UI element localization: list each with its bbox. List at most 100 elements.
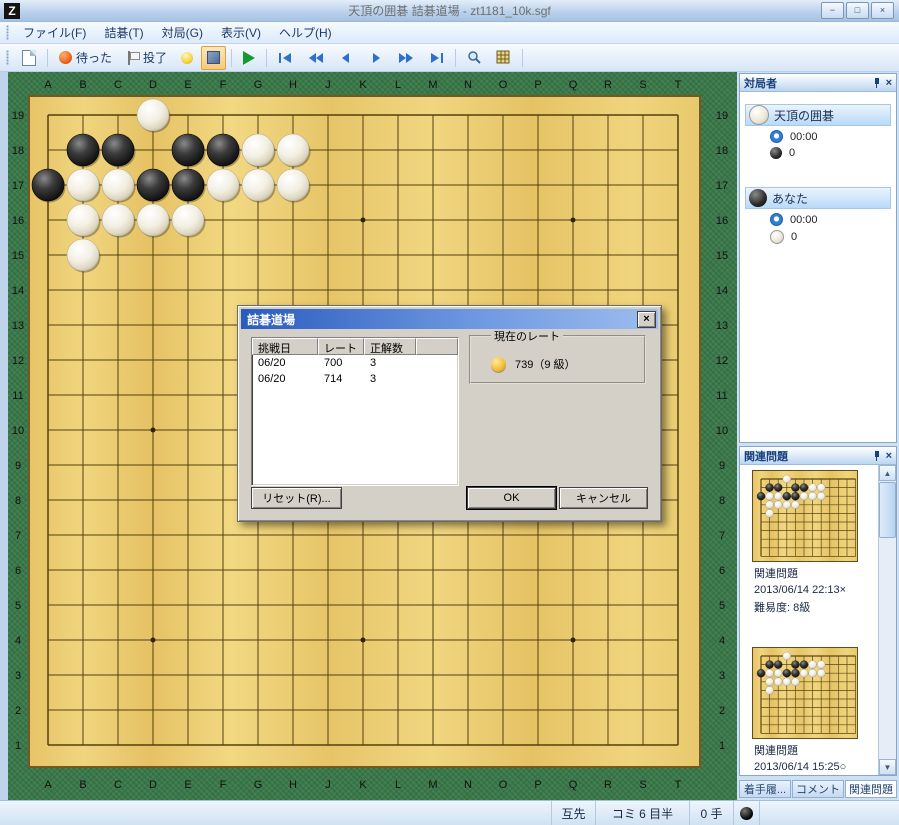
svg-text:14: 14 [716,285,728,297]
nav-back-button[interactable] [332,46,360,70]
list-item[interactable]: 関連問題 2013/06/14 15:25○ [742,647,878,773]
tab-move-history[interactable]: 着手履... [739,780,791,798]
separator [231,49,232,67]
toolbar-grip[interactable] [6,50,9,65]
column-header-correct[interactable]: 正解数 [364,338,416,355]
captures-stone-icon [770,147,782,159]
menu-help[interactable]: ヘルプ(H) [270,22,341,43]
related-date: 2013/06/14 15:25○ [754,761,878,773]
table-row[interactable]: 06/207143 [252,371,458,387]
related-panel-header: 関連問題 × [740,447,896,465]
related-panel-body: 関連問題 2013/06/14 22:13× 難易度: 8級 関連問題 2013… [740,465,896,775]
menu-view[interactable]: 表示(V) [212,22,270,43]
reset-button[interactable]: リセット(R)... [251,487,342,509]
svg-text:E: E [184,779,191,791]
related-date: 2013/06/14 22:13× [754,584,878,596]
player-name-row[interactable]: 天頂の囲碁 [745,104,891,126]
table-cell: 3 [364,355,416,371]
svg-text:13: 13 [12,320,24,332]
column-header-date[interactable]: 挑戦日 [252,338,318,355]
svg-text:10: 10 [716,425,728,437]
scroll-down-icon[interactable]: ▼ [879,759,896,775]
menubar: ファイル(F) 詰碁(T) 対局(G) 表示(V) ヘルプ(H) [0,22,899,44]
svg-text:15: 15 [716,250,728,262]
svg-text:C: C [114,79,122,91]
table-cell: 06/20 [252,371,318,387]
window-title: 天頂の囲碁 詰碁道場 - zt1181_10k.sgf [0,2,899,19]
svg-text:5: 5 [719,600,725,612]
problem-thumbnail[interactable] [752,470,858,562]
hint-bulb-icon [181,52,193,64]
scroll-up-icon[interactable]: ▲ [879,465,896,481]
column-header-rating[interactable]: レート [318,338,364,355]
black-stone-icon [749,189,767,207]
panel-close-icon[interactable]: × [886,78,892,88]
svg-text:P: P [534,779,541,791]
analyze-button[interactable] [461,46,488,70]
svg-text:M: M [428,79,437,91]
status-moves: 0 手 [689,801,733,825]
current-rating-group: 現在のレート 739（9 級） [469,328,646,384]
svg-text:K: K [359,79,367,91]
svg-text:O: O [499,79,508,91]
tab-comment[interactable]: コメント [792,780,844,798]
resign-label: 投了 [143,49,167,66]
svg-text:11: 11 [12,390,23,402]
status-message [0,801,551,825]
svg-text:9: 9 [719,460,725,472]
nav-fast-back-button[interactable] [302,46,330,70]
nav-forward-button[interactable] [362,46,390,70]
svg-text:3: 3 [15,670,21,682]
scrollbar-track[interactable] [879,481,896,759]
results-table: 挑戦日 レート 正解数 06/20700306/207143 [251,337,459,486]
menu-tsumego[interactable]: 詰碁(T) [95,22,152,43]
undo-button[interactable]: 待った [53,46,118,70]
edit-mode-icon [207,51,220,64]
related-label: 関連問題 [754,565,878,581]
svg-text:Q: Q [569,79,578,91]
resign-button[interactable]: 投了 [120,46,173,70]
status-tail [759,801,899,825]
list-item[interactable]: 関連問題 2013/06/14 22:13× 難易度: 8級 [742,470,878,615]
separator [47,49,48,67]
dialog-close-button[interactable]: × [637,311,656,328]
new-file-button[interactable] [16,46,42,70]
scrollbar-thumb[interactable] [879,482,896,538]
menu-game[interactable]: 対局(G) [153,22,212,43]
svg-text:19: 19 [716,110,728,122]
close-button[interactable]: × [871,2,894,19]
rating-medal-icon [491,357,506,372]
nav-first-button[interactable] [272,46,300,70]
panel-close-icon[interactable]: × [886,451,892,461]
nav-first-icon [278,51,294,65]
new-file-icon [22,50,36,66]
table-row[interactable]: 06/207003 [252,355,458,371]
scrollbar[interactable]: ▲ ▼ [878,465,896,775]
tab-related-problems[interactable]: 関連問題 [845,780,897,798]
players-panel: 対局者 × 天頂の囲碁 00:00 [739,73,897,443]
score-button[interactable] [490,46,517,70]
play-button[interactable] [237,46,261,70]
pin-icon[interactable] [873,78,881,88]
hint-button[interactable] [175,46,199,70]
svg-text:K: K [359,779,367,791]
maximize-button[interactable]: □ [846,2,869,19]
pin-icon[interactable] [873,451,881,461]
minimize-button[interactable]: − [821,2,844,19]
cancel-button[interactable]: キャンセル [559,487,648,509]
svg-text:8: 8 [719,495,725,507]
nav-last-button[interactable] [422,46,450,70]
player-name-row[interactable]: あなた [745,187,891,209]
nav-fast-forward-button[interactable] [392,46,420,70]
svg-text:6: 6 [719,565,725,577]
players-panel-body: 天頂の囲碁 00:00 0 [740,92,896,244]
ok-button[interactable]: OK [467,487,556,509]
menubar-grip[interactable] [6,25,9,40]
problem-thumbnail[interactable] [752,647,858,739]
related-panel-title: 関連問題 [744,448,788,464]
related-label: 関連問題 [754,742,878,758]
table-cell: 714 [318,371,364,387]
svg-text:J: J [325,79,331,91]
menu-file[interactable]: ファイル(F) [14,22,95,43]
edit-mode-button[interactable] [201,46,226,70]
